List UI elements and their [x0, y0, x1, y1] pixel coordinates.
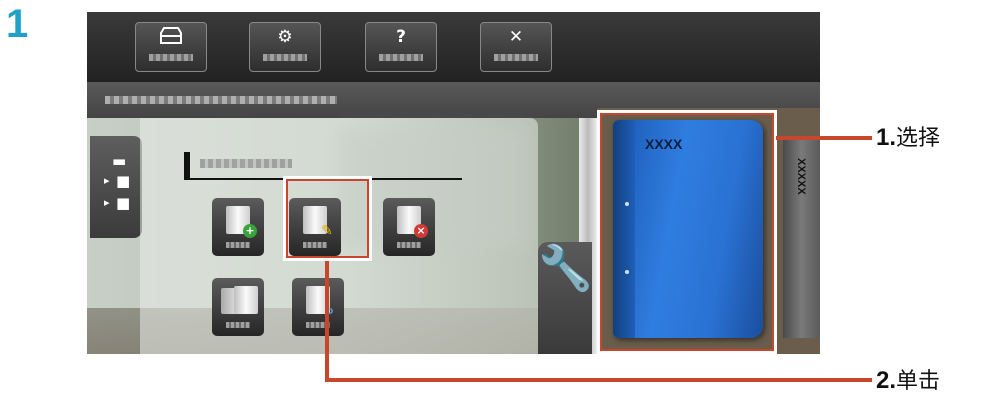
gear-icon: ⚙: [277, 27, 293, 47]
callout-line-2-horizontal: [325, 378, 872, 382]
inbox-button[interactable]: [135, 22, 207, 72]
delete-binder-label: [397, 242, 421, 248]
title-marker: [184, 152, 190, 178]
inbox-button-label: [149, 54, 193, 61]
tray-icon: [136, 27, 206, 49]
help-button[interactable]: ?: [365, 22, 437, 72]
merge-binder-button[interactable]: [212, 278, 264, 336]
step-number: 1: [6, 2, 29, 46]
binder-highlight: [597, 110, 777, 354]
folder-tree-panel[interactable]: ▬ ▸ ■ ▸ ■: [90, 136, 142, 238]
folder-icon[interactable]: ■: [116, 194, 130, 212]
chevron-right-icon: ▸: [104, 174, 110, 187]
callout-select-text: 选择: [896, 126, 941, 151]
callout-select: 1.选择: [876, 120, 940, 152]
callout-select-number: 1.: [876, 124, 897, 151]
callout-click: 2.单击: [876, 363, 940, 395]
breadcrumb-text: [105, 96, 337, 104]
tools-button[interactable]: 🔧: [538, 242, 593, 354]
new-binder-button[interactable]: +: [212, 198, 264, 256]
close-icon: ✕: [508, 27, 524, 47]
callout-click-number: 2.: [876, 367, 897, 394]
question-icon: ?: [396, 27, 406, 47]
settings-button[interactable]: ⚙: [249, 22, 321, 72]
delete-icon: ×: [414, 224, 428, 238]
new-binder-label: [226, 242, 250, 248]
other-binder[interactable]: XXXXX: [783, 138, 820, 338]
settings-button-label: [263, 54, 307, 61]
callout-line-2-vertical: [325, 261, 329, 382]
help-button-label: [379, 54, 423, 61]
callout-click-text: 单击: [896, 369, 941, 394]
merge-binder-label: [226, 322, 250, 328]
menu-title-text: [200, 159, 292, 168]
other-binder-title: XXXXX: [795, 158, 807, 195]
folder-icon[interactable]: ■: [116, 172, 130, 190]
binder-icon: [234, 286, 258, 314]
chevron-right-icon: ▸: [104, 196, 110, 209]
edit-button-highlight: [283, 176, 372, 261]
folder-open-icon: ▬: [112, 152, 127, 170]
callout-line-1: [776, 136, 872, 140]
close-button-label: [494, 54, 538, 61]
delete-binder-button[interactable]: ×: [383, 198, 435, 256]
toolbar: ⚙ ? ✕: [87, 12, 820, 82]
close-button[interactable]: ✕: [480, 22, 552, 72]
search-binder-button[interactable]: ⌕: [292, 278, 344, 336]
plus-icon: +: [243, 224, 257, 238]
wrench-icon: 🔧: [538, 243, 593, 294]
